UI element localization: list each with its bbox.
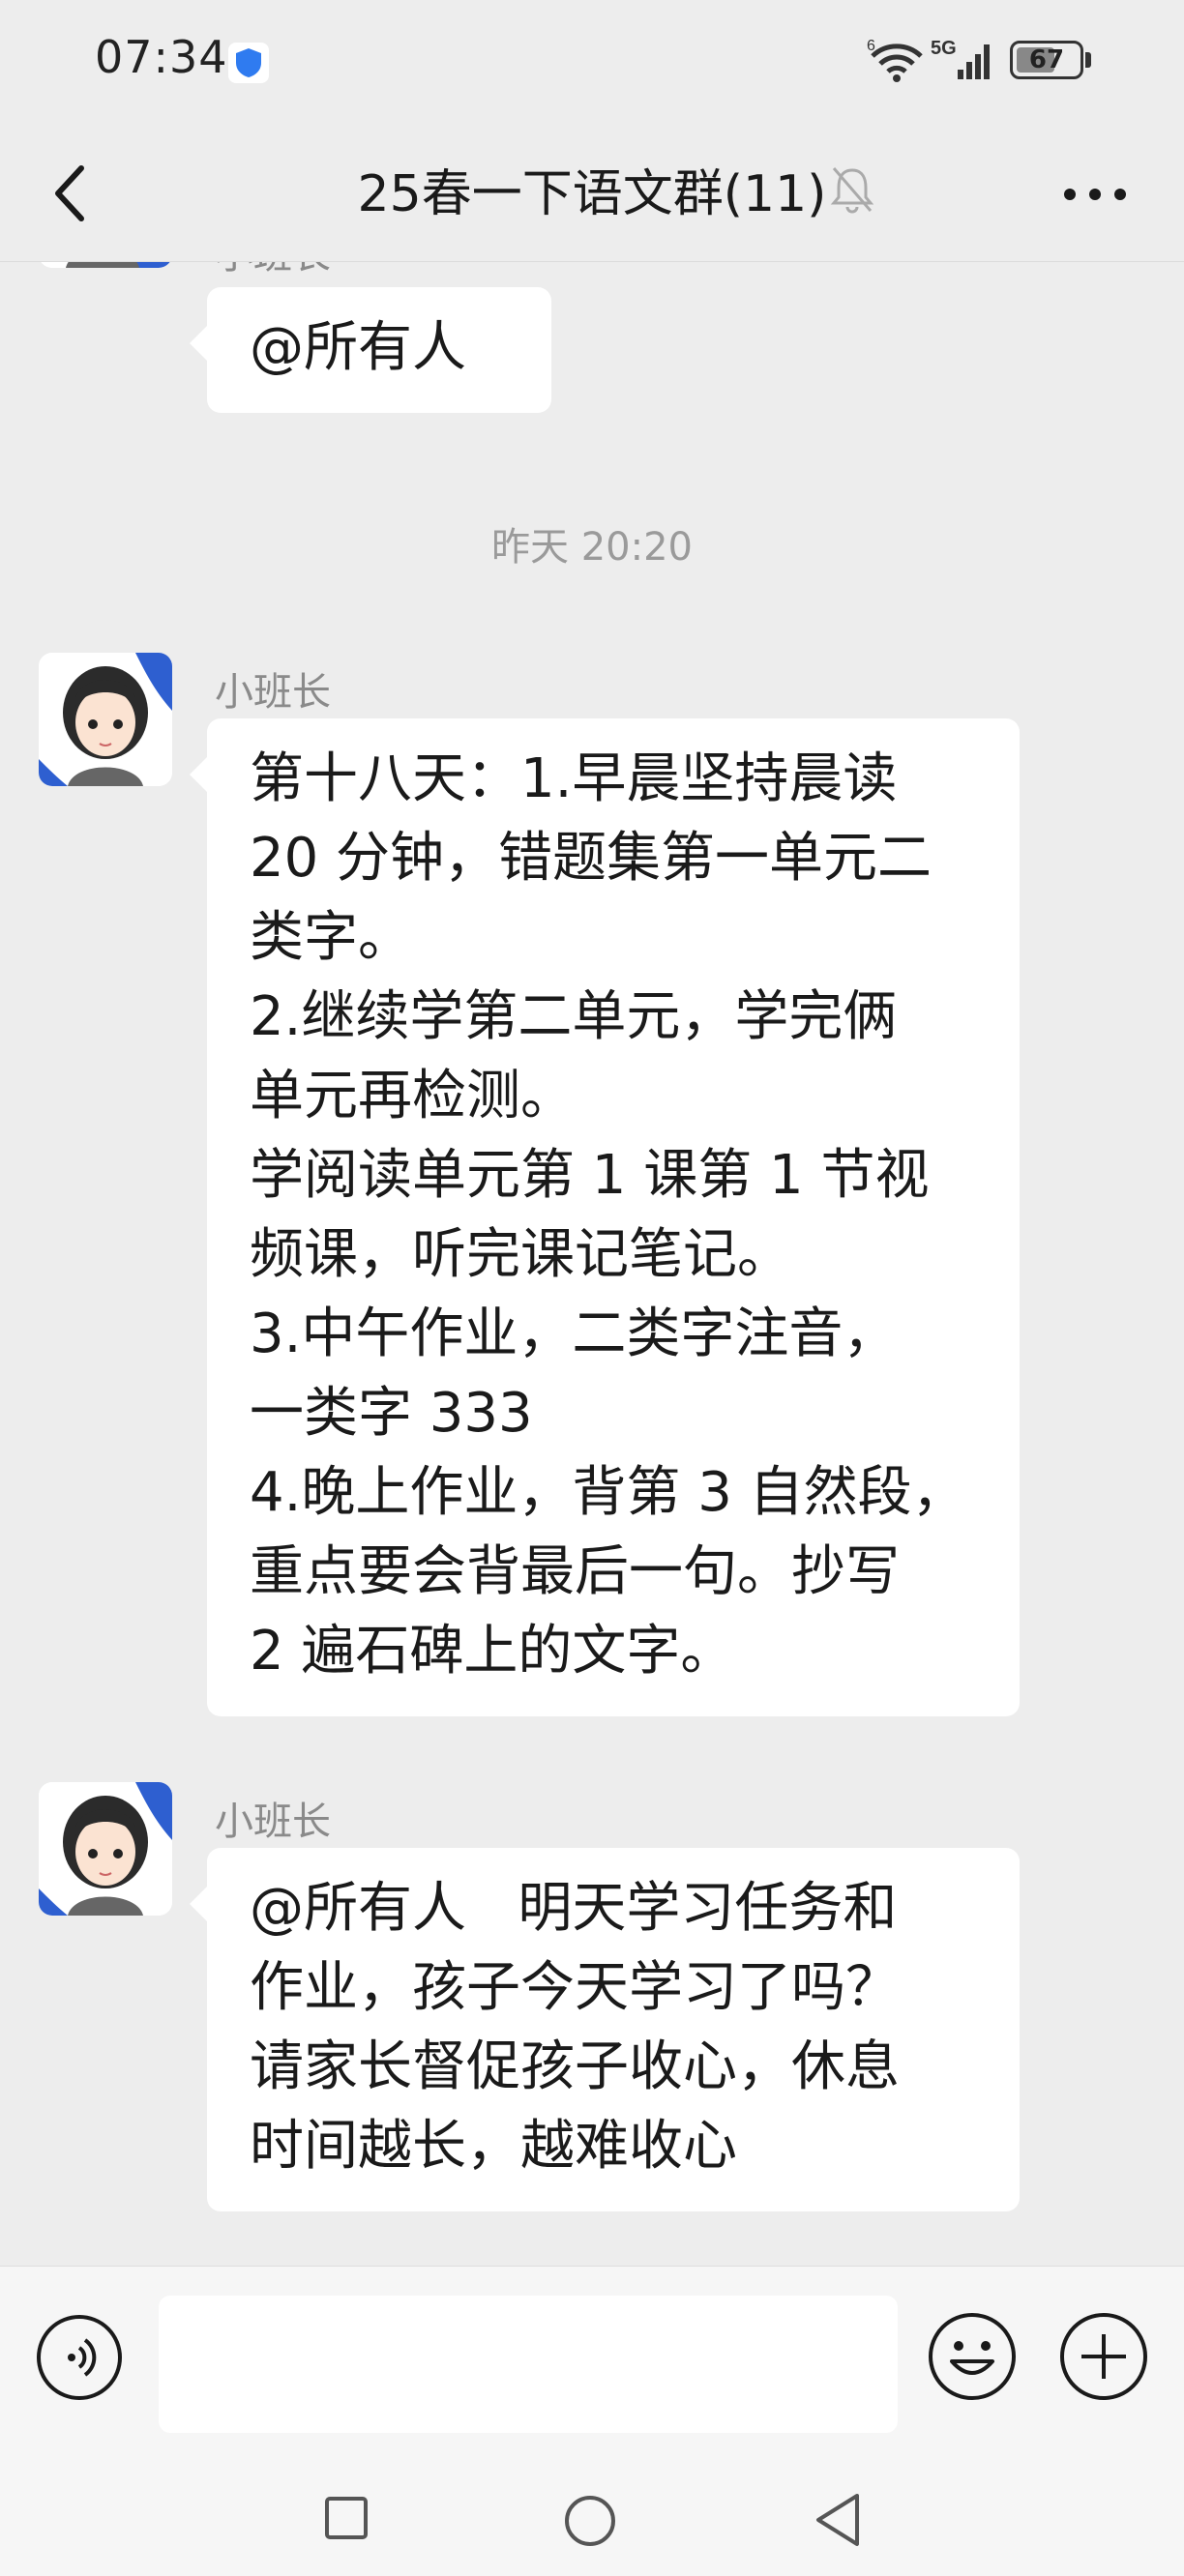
chat-title[interactable]: 25春一下语文群(11)	[358, 165, 827, 223]
message-list[interactable]: 小班长 @所有人 昨天 20:20 小班长 第十八天：1.早晨坚持晨读 20 分…	[0, 262, 1184, 2266]
recent-apps-icon[interactable]	[324, 2496, 369, 2544]
emoji-icon[interactable]	[927, 2311, 1018, 2406]
system-nav-bar	[0, 2459, 1184, 2576]
message-line: 一类字 333	[250, 1382, 533, 1445]
message-bubble[interactable]: @所有人	[190, 287, 551, 413]
message-bubble[interactable]: @所有人 明天学习任务和 作业，孩子今天学习了吗？ 请家长督促孩子收心，休息 时…	[190, 1848, 1020, 2211]
back-triangle-icon[interactable]	[813, 2492, 863, 2552]
title-wrap: 25春一下语文群(11)	[0, 153, 1184, 225]
battery-tip	[1085, 52, 1091, 68]
timestamp: 昨天 20:20	[491, 525, 693, 570]
message-line: 单元再检测。	[250, 1065, 575, 1127]
network-type: 5G	[931, 38, 957, 59]
message-bubble[interactable]: 第十八天：1.早晨坚持晨读 20 分钟，错题集第一单元二 类字。 2.继续学第二…	[190, 718, 1020, 1716]
message-line: 重点要会背最后一句。抄写	[250, 1540, 900, 1603]
avatar[interactable]	[39, 1782, 172, 1916]
message-line: @所有人	[250, 316, 466, 379]
mute-bell-icon	[830, 162, 874, 220]
message-line: 请家长督促孩子收心，休息	[250, 2035, 900, 2098]
message-line: 作业，孩子今天学习了吗？	[250, 1956, 900, 2019]
battery-percent: 67	[1028, 45, 1065, 74]
more-icon[interactable]	[1056, 170, 1134, 219]
status-time: 07:34	[95, 31, 228, 83]
shield-icon	[228, 43, 269, 83]
home-icon[interactable]	[563, 2494, 617, 2552]
battery-icon: 67	[1010, 41, 1083, 79]
status-bar: 07:34 6 5G 67	[0, 0, 1184, 126]
message-line: 频课，听完课记笔记。	[250, 1223, 791, 1286]
message-line: 4.晚上作业，背第 3 自然段，	[250, 1461, 966, 1524]
sender-name: 小班长	[215, 262, 331, 279]
message-line: 3.中午作业，二类字注音，	[250, 1303, 898, 1365]
voice-icon[interactable]	[35, 2313, 124, 2406]
signal-icon: 5G	[927, 37, 996, 87]
message-line: 学阅读单元第 1 课第 1 节视	[250, 1144, 930, 1207]
wifi-icon: 6	[867, 37, 927, 87]
message-line: 时间越长，越难收心	[250, 2115, 737, 2178]
wifi-badge: 6	[867, 38, 875, 54]
message-input[interactable]	[159, 2296, 898, 2433]
chat-header: 25春一下语文群(11)	[0, 126, 1184, 262]
sender-name: 小班长	[215, 670, 331, 715]
message-line: @所有人 明天学习任务和	[250, 1877, 898, 1940]
message-line: 第十八天：1.早晨坚持晨读	[250, 747, 898, 810]
avatar[interactable]	[39, 653, 172, 786]
message-line: 20 分钟，错题集第一单元二	[250, 827, 932, 890]
message-line: 类字。	[250, 906, 412, 969]
avatar[interactable]	[39, 262, 172, 268]
input-bar	[0, 2266, 1184, 2460]
plus-icon[interactable]	[1058, 2311, 1149, 2406]
message-line: 2.继续学第二单元，学完俩	[250, 985, 898, 1048]
message-line: 2 遍石碑上的文字。	[250, 1620, 735, 1683]
sender-name: 小班长	[215, 1800, 331, 1844]
